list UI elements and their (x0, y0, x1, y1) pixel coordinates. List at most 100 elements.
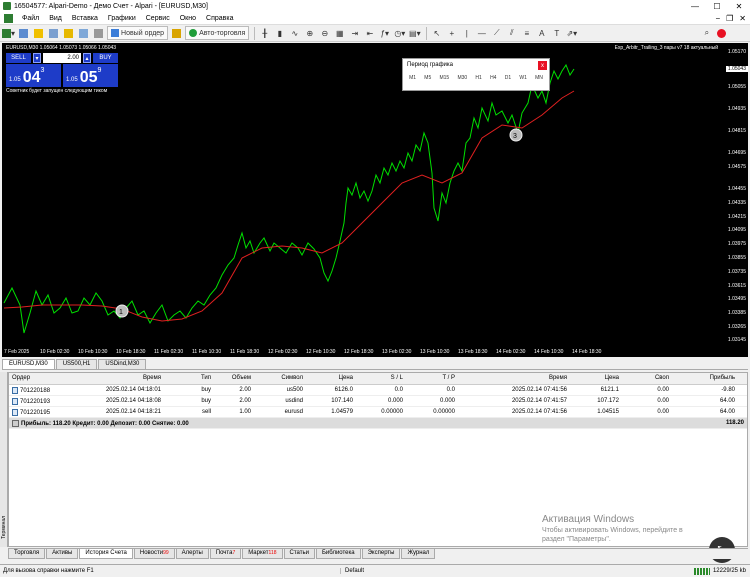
tab-journal[interactable]: Журнал (401, 549, 436, 559)
chart-shift-icon[interactable]: ⇤ (363, 26, 376, 40)
horizontal-line-icon[interactable]: — (475, 26, 488, 40)
strategy-tester-icon[interactable] (92, 26, 105, 40)
minimize-button[interactable]: — (684, 0, 706, 12)
candle-chart-icon[interactable]: ▮ (273, 26, 286, 40)
zoom-in-icon[interactable]: ⊕ (303, 26, 316, 40)
equidistant-channel-icon[interactable]: ⫽ (505, 26, 518, 40)
col-sl[interactable]: S / L (356, 373, 406, 384)
vertical-line-icon[interactable]: | (460, 26, 473, 40)
metaeditor-icon[interactable] (170, 26, 183, 40)
sell-price[interactable]: 1.05 04 3 (6, 64, 61, 87)
chart-tab-eurusd[interactable]: EURUSD,M30 (2, 359, 55, 369)
new-chart-icon[interactable]: ▾ (2, 26, 15, 40)
tab-mailbox[interactable]: Почта7 (209, 549, 242, 559)
period-m1[interactable]: M1 (409, 75, 416, 81)
col-order[interactable]: Ордер (9, 373, 79, 384)
terminal-side-tab[interactable]: Терминал (0, 372, 8, 547)
menu-tools[interactable]: Сервис (141, 15, 175, 22)
tab-market[interactable]: Маркет118 (242, 549, 283, 559)
mdi-close-button[interactable]: ✕ (739, 14, 746, 23)
trendline-icon[interactable]: ⟋ (490, 26, 503, 40)
profiles-icon[interactable] (17, 26, 30, 40)
col-profit[interactable]: Прибыль (672, 373, 738, 384)
tab-alerts[interactable]: Алерты (175, 549, 209, 559)
col-open-time[interactable]: Время (79, 373, 164, 384)
col-close-price[interactable]: Цена (570, 373, 622, 384)
tile-windows-icon[interactable]: ▦ (333, 26, 346, 40)
chart-tab-us500[interactable]: US500,H1 (55, 359, 98, 369)
tab-news[interactable]: Новости99 (133, 549, 175, 559)
period-h4[interactable]: H4 (490, 75, 496, 81)
period-m5[interactable]: M5 (424, 75, 431, 81)
col-volume[interactable]: Объем (214, 373, 254, 384)
menu-help[interactable]: Справка (201, 15, 238, 22)
price-chart[interactable]: 1 3 EURUSD,M30 1.05064 1.05073 1.05066 1… (2, 43, 748, 357)
period-h1[interactable]: H1 (475, 75, 481, 81)
menu-window[interactable]: Окно (175, 15, 201, 22)
tab-account-history[interactable]: История Счета (79, 549, 133, 559)
autotrading-button[interactable]: Авто-торговля (185, 26, 250, 40)
indicators-icon[interactable]: ƒ▾ (378, 26, 391, 40)
col-tp[interactable]: T / P (406, 373, 458, 384)
text-tool-icon[interactable]: A (535, 26, 548, 40)
menu-insert[interactable]: Вставка (67, 15, 103, 22)
menu-view[interactable]: Вид (44, 15, 67, 22)
zoom-out-icon[interactable]: ⊖ (318, 26, 331, 40)
search-icon[interactable]: ⌕ (700, 26, 713, 40)
volume-down-icon[interactable]: ▾ (33, 53, 41, 63)
crosshair-icon[interactable]: + (445, 26, 458, 40)
buy-button[interactable]: BUY (93, 53, 118, 63)
table-row[interactable]: 701220193 2025.02.14 04:18:08 buy 2.00 u… (9, 396, 747, 407)
time-tick: 7 Feb 2025 (4, 349, 30, 355)
col-symbol[interactable]: Символ (254, 373, 306, 384)
chart-window-icon[interactable] (4, 13, 13, 23)
new-order-button[interactable]: Новый ордер (107, 26, 169, 40)
connection-status[interactable]: 12229/25 kb (693, 567, 746, 575)
period-w1[interactable]: W1 (519, 75, 527, 81)
col-swap[interactable]: Своп (622, 373, 672, 384)
col-type[interactable]: Тип (164, 373, 214, 384)
close-button[interactable]: ✕ (728, 0, 750, 12)
menu-charts[interactable]: Графики (103, 15, 141, 22)
data-window-icon[interactable] (47, 26, 60, 40)
period-popup-close-button[interactable]: x (538, 61, 547, 70)
buy-price[interactable]: 1.05 05 9 (63, 64, 118, 87)
period-mn[interactable]: MN (535, 75, 543, 81)
fibonacci-icon[interactable]: ≡ (520, 26, 533, 40)
templates-icon[interactable]: ▤▾ (408, 26, 421, 40)
arrows-icon[interactable]: ⇗▾ (565, 26, 578, 40)
period-d1[interactable]: D1 (505, 75, 511, 81)
menu-file[interactable]: Файл (17, 15, 44, 22)
tab-trade[interactable]: Торговля (8, 549, 46, 559)
tab-articles[interactable]: Статьи (283, 549, 315, 559)
maximize-button[interactable]: ☐ (706, 0, 728, 12)
volume-up-icon[interactable]: ▴ (83, 53, 91, 63)
mdi-minimize-button[interactable]: − (715, 14, 720, 23)
period-m15[interactable]: M15 (439, 75, 449, 81)
chart-tab-usdind[interactable]: USDind,M30 (98, 359, 147, 369)
terminal-icon[interactable] (77, 26, 90, 40)
col-close-time[interactable]: Время (458, 373, 570, 384)
line-chart-icon[interactable]: ∿ (288, 26, 301, 40)
status-profile[interactable]: Default (340, 568, 480, 574)
mdi-restore-button[interactable]: ❐ (726, 14, 733, 23)
periods-icon[interactable]: ◷▾ (393, 26, 406, 40)
bar-chart-icon[interactable]: ╂ (258, 26, 271, 40)
col-price[interactable]: Цена (306, 373, 356, 384)
cursor-icon[interactable]: ↖ (430, 26, 443, 40)
tab-code-base[interactable]: Библиотека (315, 549, 361, 559)
alert-icon[interactable] (715, 26, 728, 40)
table-row[interactable]: 701220195 2025.02.14 04:18:21 sell 1.00 … (9, 407, 747, 418)
volume-input[interactable]: 2.00 (43, 53, 81, 63)
time-scale[interactable]: 7 Feb 2025 10 Feb 02:30 10 Feb 10:30 10 … (2, 347, 722, 357)
period-m30[interactable]: M30 (457, 75, 467, 81)
tab-exposure[interactable]: Активы (46, 549, 79, 559)
price-scale[interactable]: 1.05170 1.05055 1.04935 1.04815 1.04695 … (723, 43, 748, 357)
auto-scroll-icon[interactable]: ⇥ (348, 26, 361, 40)
sell-button[interactable]: SELL (6, 53, 31, 63)
tab-experts[interactable]: Эксперты (361, 549, 401, 559)
market-watch-icon[interactable] (32, 26, 45, 40)
table-row[interactable]: 701220188 2025.02.14 04:18:01 buy 2.00 u… (9, 385, 747, 396)
navigator-icon[interactable] (62, 26, 75, 40)
text-label-icon[interactable]: T (550, 26, 563, 40)
